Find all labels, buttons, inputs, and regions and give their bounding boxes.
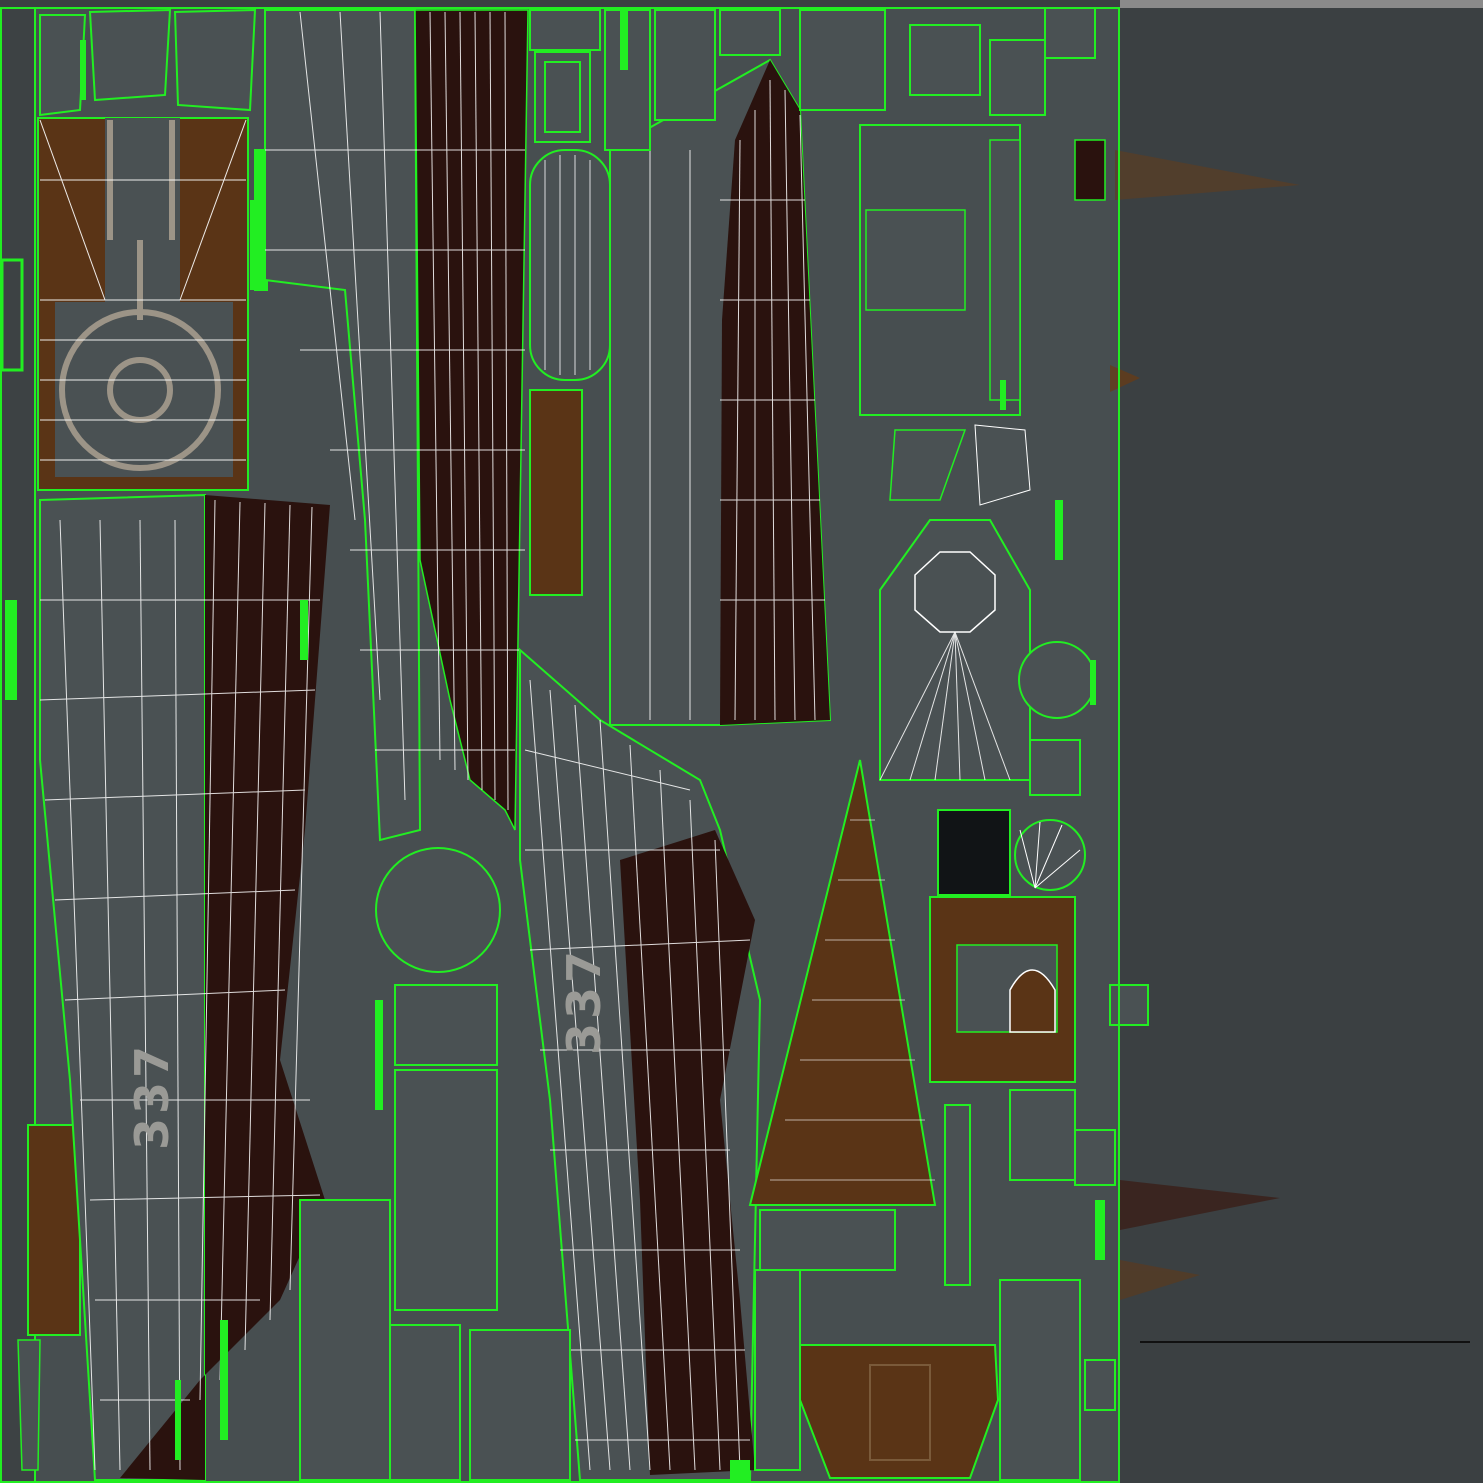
stern-trapezoid [799,1344,1000,1479]
landing-pad-island [37,117,249,491]
uv-texture-map: 337 337 [0,0,1483,1483]
arch-block [929,896,1076,1083]
deck-strip-right [609,58,832,726]
top-strip [1120,0,1483,8]
hull-number-center: 337 [557,947,611,1055]
hull-number-left: 337 [125,1042,179,1150]
